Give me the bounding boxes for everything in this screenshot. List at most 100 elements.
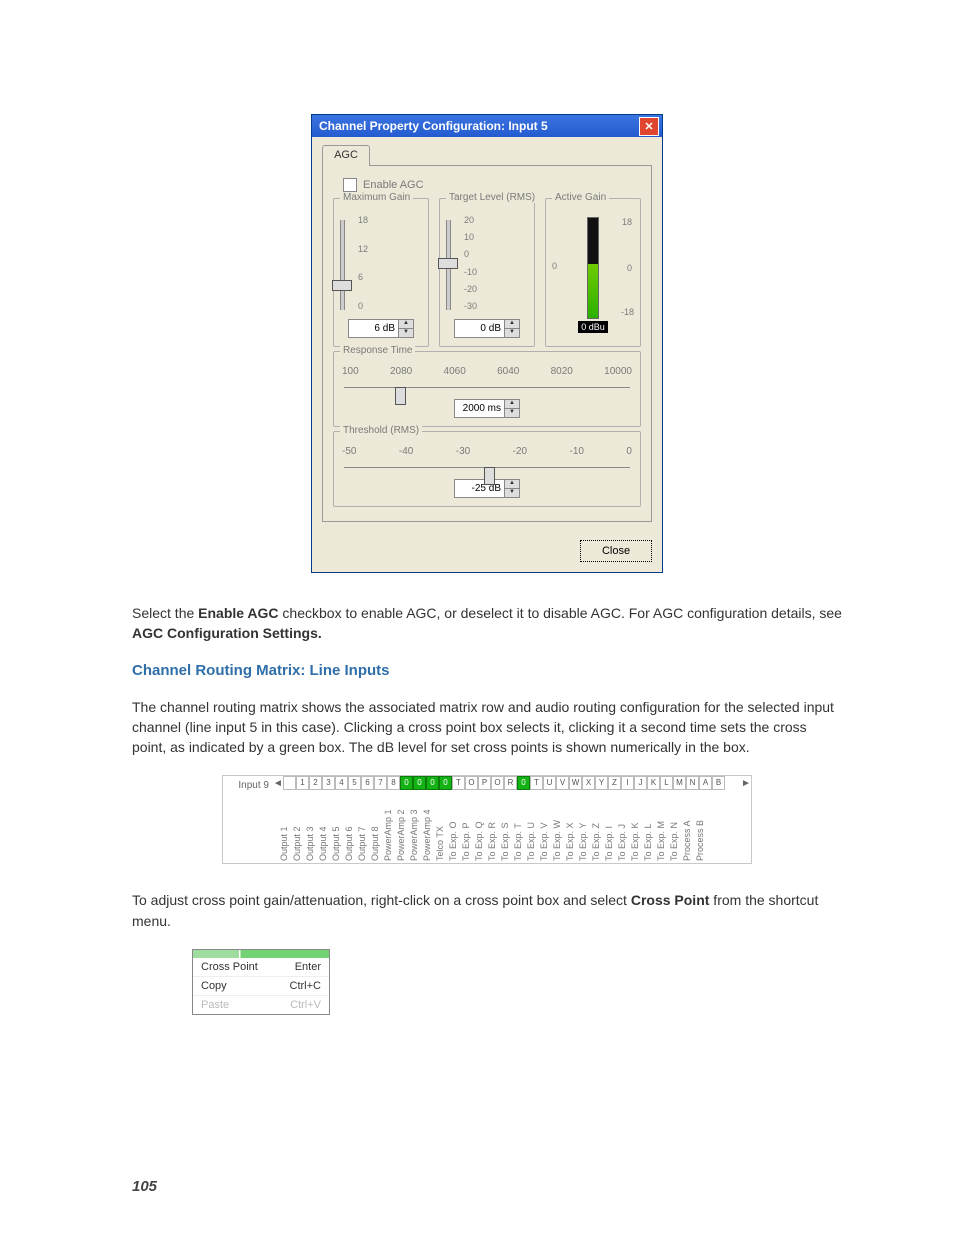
matrix-column-label: Output 2 (292, 791, 305, 863)
target-spinner[interactable]: ▲▼ (454, 319, 520, 338)
crosspoint-cell[interactable]: V (556, 776, 569, 790)
crosspoint-cell[interactable]: O (465, 776, 478, 790)
crosspoint-cell[interactable]: 8 (387, 776, 400, 790)
spin-down-icon[interactable]: ▼ (505, 329, 519, 337)
crosspoint-cell[interactable]: T (530, 776, 543, 790)
paragraph: Select the Enable AGC checkbox to enable… (132, 603, 842, 644)
text: To adjust cross point gain/attenuation, … (132, 892, 631, 908)
crosspoint-cell[interactable]: 5 (348, 776, 361, 790)
crosspoint-cell[interactable]: I (621, 776, 634, 790)
crosspoint-cell[interactable]: Z (608, 776, 621, 790)
text-bold: AGC Configuration Settings. (132, 625, 322, 641)
text-bold: Cross Point (631, 892, 710, 908)
crosspoint-cell[interactable]: R (504, 776, 517, 790)
matrix-column-label: Output 6 (344, 791, 357, 863)
crosspoint-cell[interactable]: W (569, 776, 582, 790)
spin-up-icon[interactable]: ▲ (399, 320, 413, 329)
crosspoint-cell[interactable]: N (686, 776, 699, 790)
crosspoint-cell[interactable]: 0 (426, 776, 439, 790)
crosspoint-cell[interactable]: J (634, 776, 647, 790)
active-gain-legend: Active Gain (552, 192, 609, 203)
matrix-column-label: To Exp. R (487, 791, 500, 863)
response-input[interactable] (455, 400, 504, 417)
crosspoint-cell[interactable]: 0 (413, 776, 426, 790)
crosspoint-cell[interactable]: L (660, 776, 673, 790)
threshold-legend: Threshold (RMS) (340, 425, 422, 436)
threshold-input[interactable] (455, 480, 504, 497)
crosspoint-cell[interactable]: T (452, 776, 465, 790)
matrix-column-label: To Exp. O (448, 791, 461, 863)
spin-up-icon[interactable]: ▲ (505, 320, 519, 329)
matrix-scroll-right-icon[interactable]: ► (741, 776, 751, 791)
tick: 12 (358, 244, 368, 254)
crosspoint-cell[interactable]: O (491, 776, 504, 790)
matrix-column-label: To Exp. L (643, 791, 656, 863)
crosspoint-cell[interactable]: 0 (439, 776, 452, 790)
routing-matrix: Input 9 ◄ 123456780000TOPOR0TUVWXYZIJKLM… (222, 775, 752, 864)
crosspoint-cell[interactable]: B (712, 776, 725, 790)
tick: 4060 (444, 366, 466, 377)
crosspoint-cell[interactable]: K (647, 776, 660, 790)
response-spinner[interactable]: ▲▼ (454, 399, 520, 418)
matrix-column-label: Process B (695, 791, 708, 863)
tick: 2080 (390, 366, 412, 377)
crosspoint-cell[interactable] (283, 776, 296, 790)
crosspoint-cell[interactable]: 7 (374, 776, 387, 790)
crosspoint-cell[interactable]: Y (595, 776, 608, 790)
crosspoint-cell[interactable]: 6 (361, 776, 374, 790)
crosspoint-cell[interactable]: M (673, 776, 686, 790)
crosspoint-cell[interactable]: 0 (400, 776, 413, 790)
matrix-column-label: To Exp. Y (578, 791, 591, 863)
spin-down-icon[interactable]: ▼ (399, 329, 413, 337)
enable-agc-checkbox[interactable] (343, 178, 357, 192)
crosspoint-cell[interactable]: 3 (322, 776, 335, 790)
crosspoint-cell[interactable]: 0 (517, 776, 530, 790)
menu-item[interactable]: CopyCtrl+C (193, 977, 329, 996)
crosspoint-cell[interactable]: 1 (296, 776, 309, 790)
menu-item: PasteCtrl+V (193, 996, 329, 1014)
menu-header-bar (193, 950, 329, 958)
max-gain-spinner[interactable]: ▲▼ (348, 319, 414, 338)
crosspoint-cell[interactable]: A (699, 776, 712, 790)
matrix-column-label: Output 7 (357, 791, 370, 863)
target-input[interactable] (455, 320, 504, 337)
response-slider[interactable] (344, 387, 630, 393)
text: Select the (132, 605, 198, 621)
paragraph: The channel routing matrix shows the ass… (132, 697, 842, 758)
crosspoint-cell[interactable]: U (543, 776, 556, 790)
matrix-column-label: To Exp. W (552, 791, 565, 863)
window-titlebar: Channel Property Configuration: Input 5 … (312, 115, 662, 137)
tick: -20 (513, 446, 527, 457)
close-icon[interactable]: ✕ (639, 117, 659, 136)
crosspoint-cell[interactable]: 4 (335, 776, 348, 790)
crosspoint-cell[interactable]: 2 (309, 776, 322, 790)
tab-agc[interactable]: AGC (322, 145, 370, 166)
channel-property-dialog: Channel Property Configuration: Input 5 … (311, 114, 663, 573)
max-gain-slider[interactable] (340, 220, 345, 310)
tick: 0 (358, 301, 368, 311)
spin-down-icon[interactable]: ▼ (505, 409, 519, 417)
close-button[interactable]: Close (580, 540, 652, 562)
matrix-column-label: To Exp. M (656, 791, 669, 863)
menu-item[interactable]: Cross PointEnter (193, 958, 329, 977)
menu-item-label: Cross Point (201, 961, 258, 973)
crosspoint-cell[interactable]: X (582, 776, 595, 790)
tick: 8020 (551, 366, 573, 377)
matrix-column-label: PowerAmp 2 (396, 791, 409, 863)
matrix-column-label: To Exp. V (539, 791, 552, 863)
group-threshold: Threshold (RMS) -50 -40 -30 -20 -10 0 ▲▼ (333, 431, 641, 507)
spin-down-icon[interactable]: ▼ (505, 489, 519, 497)
max-gain-input[interactable] (349, 320, 398, 337)
tick: 10 (464, 232, 477, 242)
threshold-slider[interactable] (344, 467, 630, 473)
window-title: Channel Property Configuration: Input 5 (315, 119, 548, 133)
active-gain-units: 0 dBu (578, 321, 608, 333)
matrix-scroll-left-icon[interactable]: ◄ (273, 776, 283, 791)
crosspoint-cell[interactable]: P (478, 776, 491, 790)
matrix-column-label: To Exp. P (461, 791, 474, 863)
meter-value: 0 (552, 261, 557, 271)
active-gain-meter (587, 217, 599, 319)
spin-up-icon[interactable]: ▲ (505, 400, 519, 409)
spin-up-icon[interactable]: ▲ (505, 480, 519, 489)
target-slider[interactable] (446, 220, 451, 310)
